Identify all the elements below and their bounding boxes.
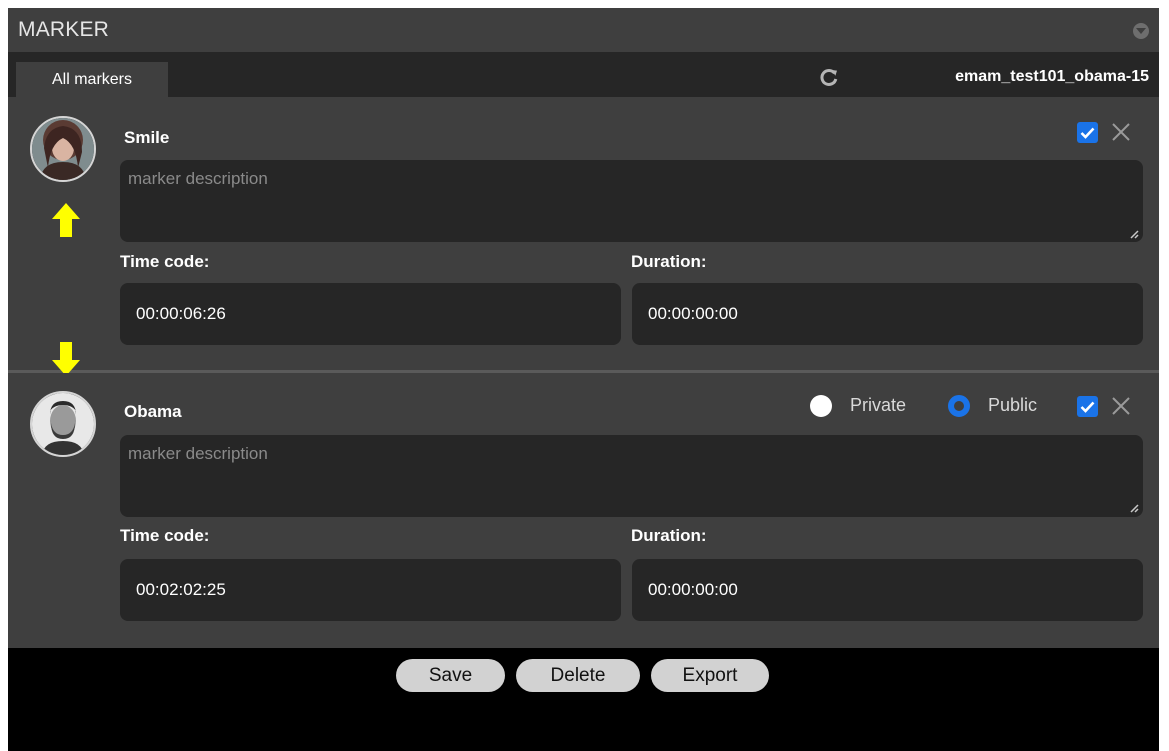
duration-field[interactable]: 00:00:00:00 [632,283,1143,345]
asset-name: emam_test101_obama-15 [955,68,1149,85]
marker-card: Obama Private Public marker description … [8,373,1159,648]
close-icon[interactable] [1111,122,1131,142]
time-code-field[interactable]: 00:00:06:26 [120,283,621,345]
export-button[interactable]: Export [651,659,769,692]
time-code-label: Time code: [120,252,210,271]
panel-title: MARKER [18,18,110,41]
public-label: Public [988,395,1038,415]
save-button[interactable]: Save [396,659,505,692]
marker-panel: MARKER All markers emam_test101_obama-15 [8,8,1159,751]
description-textarea[interactable]: marker description [120,160,1143,242]
time-code-field[interactable]: 00:02:02:25 [120,559,621,621]
up-arrow-icon [52,203,80,237]
man-face-avatar [30,391,96,457]
close-icon[interactable] [1111,396,1131,416]
private-label: Private [850,395,907,415]
woman-face-avatar [30,116,96,182]
tab-all-markers[interactable]: All markers [16,62,168,97]
tab-bar: All markers emam_test101_obama-15 [8,52,1159,97]
marker-name: Obama [124,402,182,421]
refresh-icon[interactable] [819,67,839,87]
duration-field[interactable]: 00:00:00:00 [632,559,1143,621]
resize-grip-icon[interactable] [1130,504,1139,513]
duration-label: Duration: [631,252,707,271]
resize-grip-icon[interactable] [1130,230,1139,239]
delete-button[interactable]: Delete [516,659,640,692]
marker-checkbox[interactable] [1077,122,1098,143]
private-radio[interactable] [810,395,832,417]
marker-card: Smile marker description Time code: Dura… [8,97,1159,370]
panel-header: MARKER [8,8,1159,53]
description-textarea[interactable]: marker description [120,435,1143,517]
marker-name: Smile [124,128,170,147]
time-code-label: Time code: [120,526,210,545]
public-radio[interactable] [948,395,970,417]
duration-label: Duration: [631,526,707,545]
marker-checkbox[interactable] [1077,396,1098,417]
down-arrow-icon [52,342,80,376]
chevron-down-circle-icon[interactable] [1133,23,1149,39]
